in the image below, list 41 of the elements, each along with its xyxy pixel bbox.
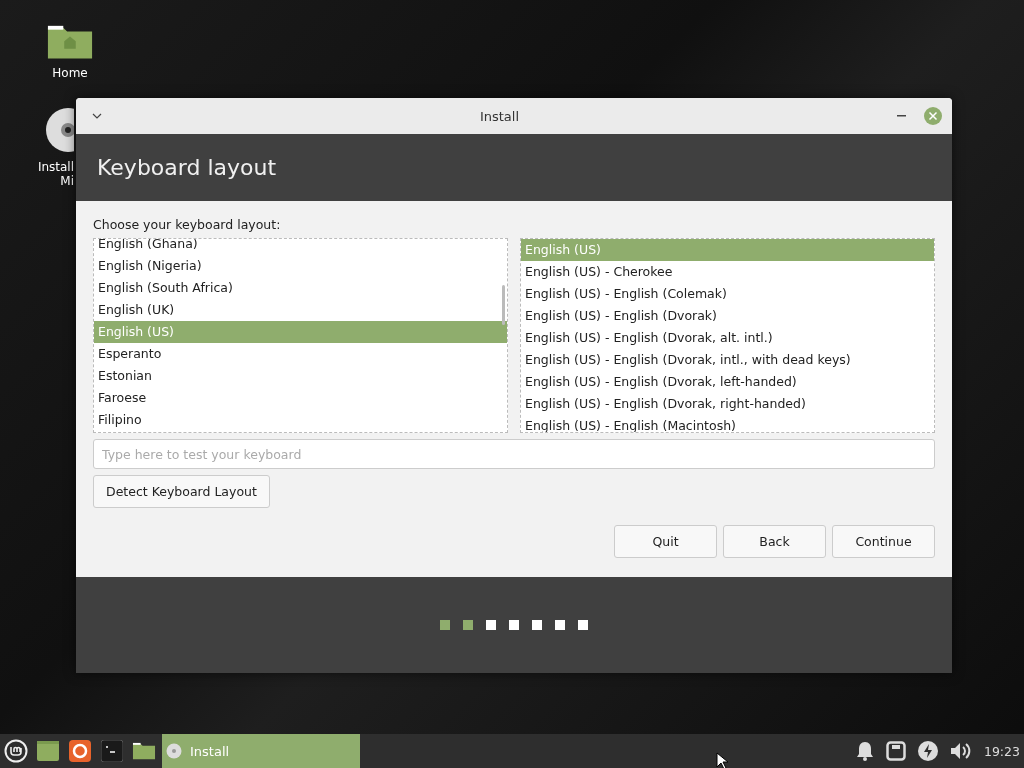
network-icon[interactable] [885,741,906,761]
list-item[interactable]: English (US) - English (Dvorak, right-handed) [521,393,934,415]
browser-icon[interactable] [69,740,91,762]
detect-layout-button[interactable]: Detect Keyboard Layout [93,475,270,508]
prompt-label: Choose your keyboard layout: [93,217,282,232]
scrollbar-thumb[interactable] [502,285,505,325]
nav-button[interactable]: Quit [614,525,717,558]
folder-icon[interactable] [132,741,156,761]
window-title: Install [478,108,521,124]
list-item[interactable]: English (South Africa) [94,277,507,299]
terminal-icon[interactable] [101,740,123,762]
page-heading: Keyboard layout [97,155,277,180]
desktop-icon-label: Mi [60,174,74,189]
list-item[interactable]: Esperanto [94,343,507,365]
list-item[interactable]: English (US) - Cherokee [521,261,934,283]
menu-logo-icon[interactable] [4,739,28,763]
list-item[interactable]: English (US) - English (Dvorak, alt. intl.) [521,327,934,349]
list-item[interactable]: Faroese [94,387,507,409]
list-item[interactable]: English (US) - English (Dvorak, left-handed) [521,371,934,393]
chevron-down-icon[interactable] [92,113,102,119]
nav-button[interactable]: Back [723,525,826,558]
list-item[interactable]: English (US) - English (Macintosh) [521,415,934,432]
list-item[interactable]: English (UK) [94,299,507,321]
bell-icon[interactable] [855,741,874,761]
list-item[interactable]: English (US) - English (Dvorak) [521,305,934,327]
nav-button[interactable]: Continue [832,525,935,558]
test-input-field[interactable]: Type here to test your keyboard [93,439,935,469]
lightning-icon[interactable] [917,741,938,761]
desktop-icon-label: Home [52,66,88,81]
mouse-cursor-icon [716,752,728,768]
minimize-icon[interactable] [897,115,906,117]
clock[interactable]: 19:23 [983,743,1020,759]
list-item[interactable]: English (US) - English (Colemak) [521,283,934,305]
desktop-icon-label: Install [37,160,74,175]
list-item[interactable]: Filipino [94,409,507,431]
list-item[interactable]: English (US) - English (Dvorak, intl., with dead keys) [521,349,934,371]
volume-icon[interactable] [949,741,972,761]
list-item[interactable]: English (Ghana) [94,239,507,255]
list-item[interactable]: Estonian [94,365,507,387]
list-item[interactable]: English (Nigeria) [94,255,507,277]
disc-icon [166,743,182,759]
